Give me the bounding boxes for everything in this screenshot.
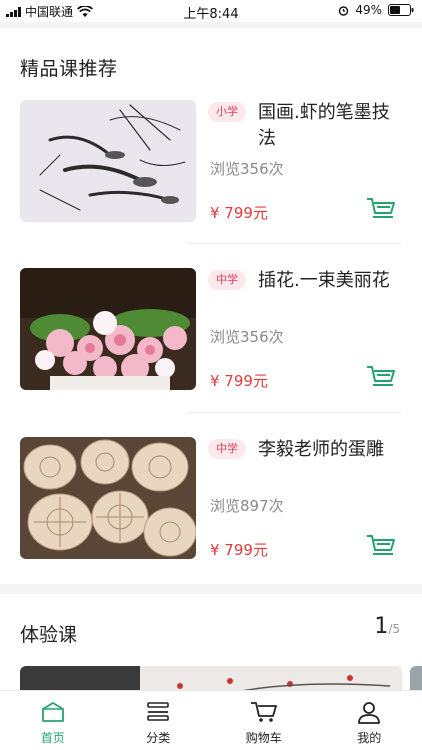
- course-card[interactable]: 中学 插花.一束美丽花 浏览356次 ¥ 799元: [20, 268, 402, 390]
- course-price: ¥ 799元: [210, 541, 268, 559]
- course-info: 小学 国画.虾的笔墨技法 浏览356次 ¥ 799元: [208, 100, 402, 222]
- section-title: 精品课推荐: [20, 58, 118, 80]
- carousel-pager: 1/5: [374, 614, 400, 639]
- tab-label: 首页: [40, 731, 65, 745]
- add-to-cart-icon[interactable]: [366, 533, 396, 559]
- view-count: 浏览897次: [210, 497, 284, 515]
- tab-cart[interactable]: 购物车: [211, 691, 317, 750]
- app-screen: 中国联通 上午8:44 49% 精品课推荐 小学 国画.虾的笔墨技法 浏览356…: [0, 0, 422, 750]
- tab-profile[interactable]: 我的: [317, 691, 422, 750]
- status-right: 49%: [338, 3, 414, 17]
- tab-label: 分类: [146, 731, 171, 745]
- course-card[interactable]: 中学 李毅老师的蛋雕 浏览897次 ¥ 799元: [20, 437, 402, 559]
- pager-current: 1: [374, 614, 389, 639]
- divider: [188, 412, 402, 413]
- battery-icon: [388, 4, 414, 16]
- featured-section: 精品课推荐 小学 国画.虾的笔墨技法 浏览356次 ¥ 799元 中学 插花.一…: [0, 28, 422, 584]
- grade-tag: 小学: [208, 102, 246, 122]
- status-bar: 中国联通 上午8:44 49%: [0, 0, 422, 22]
- course-thumbnail: [20, 437, 196, 559]
- course-info: 中学 李毅老师的蛋雕 浏览897次 ¥ 799元: [208, 437, 402, 559]
- course-title: 李毅老师的蛋雕: [258, 439, 384, 460]
- course-thumbnail: [20, 268, 196, 390]
- course-price: ¥ 799元: [210, 372, 268, 390]
- add-to-cart-icon[interactable]: [366, 364, 396, 390]
- section-title: 体验课: [20, 624, 78, 646]
- view-count: 浏览356次: [210, 328, 284, 346]
- course-price: ¥ 799元: [210, 204, 268, 222]
- tab-label: 我的: [357, 731, 382, 745]
- tab-category[interactable]: 分类: [106, 691, 212, 750]
- user-icon: [358, 702, 381, 724]
- battery-percent: 49%: [355, 3, 382, 17]
- divider: [188, 243, 402, 244]
- grade-tag: 中学: [208, 439, 246, 459]
- course-title: 国画.虾的笔墨技法: [258, 102, 390, 149]
- course-info: 中学 插花.一束美丽花 浏览356次 ¥ 799元: [208, 268, 402, 390]
- add-to-cart-icon[interactable]: [366, 196, 396, 222]
- pager-total: /5: [388, 622, 400, 636]
- view-count: 浏览356次: [210, 160, 284, 178]
- course-title: 插花.一束美丽花: [258, 270, 390, 291]
- grade-tag: 中学: [208, 270, 246, 290]
- tab-home[interactable]: 首页: [0, 691, 106, 750]
- tab-label: 购物车: [245, 731, 282, 745]
- category-icon: [147, 702, 170, 721]
- home-icon: [41, 702, 64, 722]
- course-card[interactable]: 小学 国画.虾的笔墨技法 浏览356次 ¥ 799元: [20, 100, 402, 222]
- course-thumbnail: [20, 100, 196, 222]
- tab-bar: 首页 分类 购物车 我的: [0, 690, 422, 750]
- alarm-icon: [339, 5, 349, 16]
- cart-icon: [250, 702, 277, 722]
